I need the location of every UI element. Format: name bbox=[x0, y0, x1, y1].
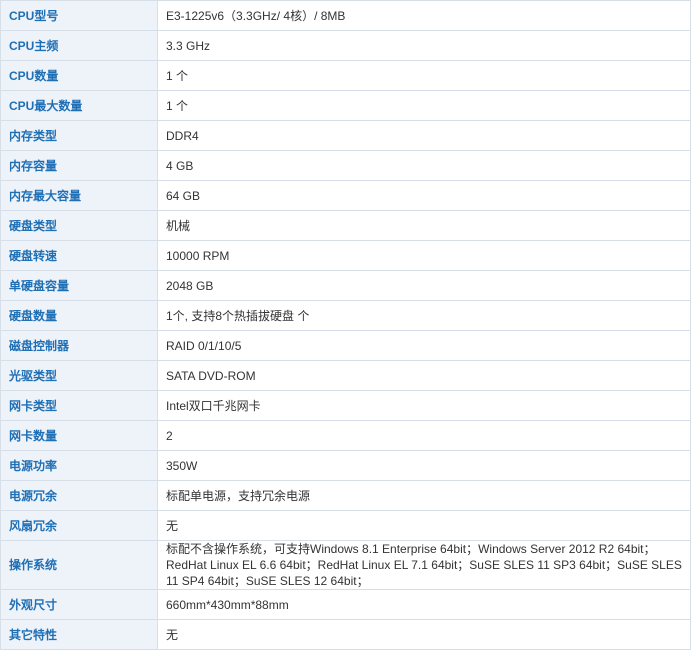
row-label: 内存容量 bbox=[0, 150, 158, 181]
row-value: 10000 RPM bbox=[157, 240, 691, 271]
row-label: CPU主频 bbox=[0, 30, 158, 61]
row-value: DDR4 bbox=[157, 120, 691, 151]
table-row: 内存容量 4 GB bbox=[0, 150, 691, 181]
row-label: 光驱类型 bbox=[0, 360, 158, 391]
row-value: 无 bbox=[157, 619, 691, 650]
row-value: 3.3 GHz bbox=[157, 30, 691, 61]
table-row: CPU最大数量 1 个 bbox=[0, 90, 691, 121]
table-row: 电源功率 350W bbox=[0, 450, 691, 481]
row-label: CPU数量 bbox=[0, 60, 158, 91]
row-value: 2048 GB bbox=[157, 270, 691, 301]
row-value: 机械 bbox=[157, 210, 691, 241]
table-row: 操作系统 标配不含操作系统，可支持Windows 8.1 Enterprise … bbox=[0, 540, 691, 590]
table-row: CPU主频 3.3 GHz bbox=[0, 30, 691, 61]
row-value: Intel双口千兆网卡 bbox=[157, 390, 691, 421]
row-label: 内存最大容量 bbox=[0, 180, 158, 211]
row-label: 风扇冗余 bbox=[0, 510, 158, 541]
row-value: 标配单电源，支持冗余电源 bbox=[157, 480, 691, 511]
table-row: 网卡类型 Intel双口千兆网卡 bbox=[0, 390, 691, 421]
row-value: 64 GB bbox=[157, 180, 691, 211]
row-value: 无 bbox=[157, 510, 691, 541]
row-label: 硬盘数量 bbox=[0, 300, 158, 331]
row-value: SATA DVD-ROM bbox=[157, 360, 691, 391]
row-label: 电源冗余 bbox=[0, 480, 158, 511]
row-value: 350W bbox=[157, 450, 691, 481]
row-value: 标配不含操作系统，可支持Windows 8.1 Enterprise 64bit… bbox=[157, 540, 691, 590]
row-label: 网卡数量 bbox=[0, 420, 158, 451]
row-value: 2 bbox=[157, 420, 691, 451]
row-value: 660mm*430mm*88mm bbox=[157, 589, 691, 620]
row-label: 硬盘转速 bbox=[0, 240, 158, 271]
table-row: 风扇冗余 无 bbox=[0, 510, 691, 541]
row-value: 1 个 bbox=[157, 90, 691, 121]
row-value: 1个, 支持8个热插拔硬盘 个 bbox=[157, 300, 691, 331]
table-row: 硬盘类型 机械 bbox=[0, 210, 691, 241]
table-row: 外观尺寸 660mm*430mm*88mm bbox=[0, 589, 691, 620]
table-row: 硬盘数量 1个, 支持8个热插拔硬盘 个 bbox=[0, 300, 691, 331]
table-row: CPU型号 E3-1225v6（3.3GHz/ 4核）/ 8MB bbox=[0, 0, 691, 31]
row-label: 磁盘控制器 bbox=[0, 330, 158, 361]
row-label: 外观尺寸 bbox=[0, 589, 158, 620]
row-label: 其它特性 bbox=[0, 619, 158, 650]
row-label: 单硬盘容量 bbox=[0, 270, 158, 301]
table-row: 单硬盘容量 2048 GB bbox=[0, 270, 691, 301]
table-row: 内存最大容量 64 GB bbox=[0, 180, 691, 211]
table-row: 其它特性 无 bbox=[0, 619, 691, 650]
table-row: 磁盘控制器 RAID 0/1/10/5 bbox=[0, 330, 691, 361]
row-value: 1 个 bbox=[157, 60, 691, 91]
table-row: 内存类型 DDR4 bbox=[0, 120, 691, 151]
row-label: 网卡类型 bbox=[0, 390, 158, 421]
row-label: 内存类型 bbox=[0, 120, 158, 151]
row-label: CPU最大数量 bbox=[0, 90, 158, 121]
row-value: E3-1225v6（3.3GHz/ 4核）/ 8MB bbox=[157, 0, 691, 31]
table-row: 电源冗余 标配单电源，支持冗余电源 bbox=[0, 480, 691, 511]
row-label: 硬盘类型 bbox=[0, 210, 158, 241]
table-row: 网卡数量 2 bbox=[0, 420, 691, 451]
row-value: RAID 0/1/10/5 bbox=[157, 330, 691, 361]
table-row: 硬盘转速 10000 RPM bbox=[0, 240, 691, 271]
table-row: 光驱类型 SATA DVD-ROM bbox=[0, 360, 691, 391]
row-label: CPU型号 bbox=[0, 0, 158, 31]
spec-table: CPU型号 E3-1225v6（3.3GHz/ 4核）/ 8MB CPU主频 3… bbox=[0, 0, 691, 650]
row-label: 电源功率 bbox=[0, 450, 158, 481]
table-row: CPU数量 1 个 bbox=[0, 60, 691, 91]
row-label: 操作系统 bbox=[0, 540, 158, 590]
row-value: 4 GB bbox=[157, 150, 691, 181]
